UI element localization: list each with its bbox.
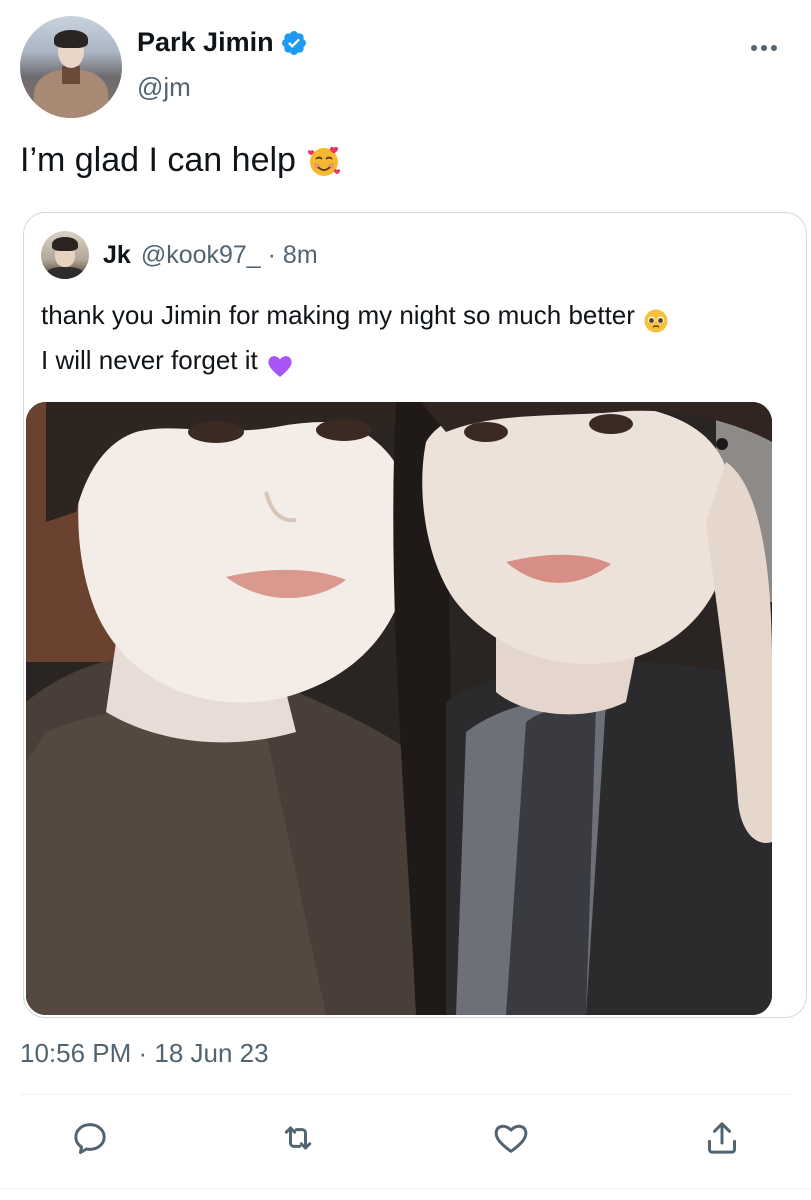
pleading-face-icon [643,303,669,332]
like-button[interactable] [489,1118,533,1162]
tweet-timestamp[interactable]: 10:56 PM · 18 Jun 23 [20,1038,269,1069]
verified-badge-icon [280,29,308,57]
divider [20,1094,791,1095]
tweet-actions [0,1118,811,1164]
more-dot [751,45,757,51]
retweet-icon [278,1118,318,1163]
avatar-hair [54,30,88,48]
smiling-face-with-hearts-icon [306,143,342,179]
quoted-author-meta: @kook97_ · 8m [140,240,318,269]
more-dot [771,45,777,51]
more-options-icon[interactable] [751,40,781,56]
like-icon [491,1118,531,1163]
share-button[interactable] [700,1118,744,1162]
quoted-tweet[interactable]: Jk @kook97_ · 8m thank you Jimin for mak… [23,212,807,1018]
quoted-tweet-text: thank you Jimin for making my night so m… [41,293,791,383]
reply-button[interactable] [68,1118,112,1162]
quoted-text-line-2: I will never forget it [41,345,258,375]
avatar-neck [62,66,80,84]
avatar-hair [52,237,78,251]
purple-heart-icon [266,348,294,377]
reply-icon [70,1118,110,1163]
bottom-divider [0,1188,811,1189]
author-name-row[interactable]: Park Jimin [137,27,308,58]
author-handle[interactable]: @jm [137,72,191,103]
retweet-button[interactable] [276,1118,320,1162]
quoted-text-line: thank you Jimin for making my night so m… [41,293,791,338]
quoted-author-name[interactable]: Jk [103,241,131,270]
quoted-text-line: I will never forget it [41,338,791,383]
share-icon [702,1118,742,1163]
quoted-tweet-header: Jk @kook97_ · 8m [41,231,318,279]
more-dot [761,45,767,51]
author-avatar[interactable] [20,16,122,118]
quoted-author-avatar[interactable] [41,231,89,279]
tweet: Park Jimin @jm I’m glad I can help Jk @k… [0,0,811,1200]
tweet-text-content: I’m glad I can help [20,141,296,179]
quoted-text-line-1: thank you Jimin for making my night so m… [41,300,635,330]
author-display-name[interactable]: Park Jimin [137,27,274,58]
tweet-text: I’m glad I can help [20,141,342,180]
avatar-body [45,267,85,279]
quoted-tweet-photo[interactable] [26,402,772,1015]
